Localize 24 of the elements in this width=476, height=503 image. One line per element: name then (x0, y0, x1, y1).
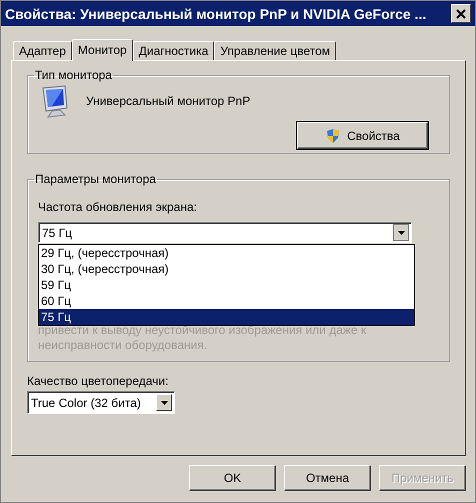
group-title: Тип монитора (34, 68, 113, 82)
dropdown-option[interactable]: 30 Гц, (чересстрочная) (39, 261, 414, 277)
tab[interactable]: Управление цветом (214, 41, 336, 60)
close-icon (456, 8, 466, 18)
refresh-rate-label: Частота обновления экрана: (38, 200, 198, 214)
group-title: Параметры монитора (34, 172, 157, 186)
color-quality-label: Качество цветопередачи: (27, 374, 170, 388)
color-quality-dropdown[interactable]: True Color (32 бита) (27, 391, 175, 414)
properties-button[interactable]: Свойства (297, 122, 428, 149)
warning-text: привести к выводу неустойчивого изображения или даже к неисправности оборудования. (38, 323, 368, 353)
tab[interactable]: Адаптер (13, 41, 72, 60)
dialog-button[interactable]: Отмена (284, 465, 371, 491)
shield-icon (325, 128, 342, 144)
tab[interactable]: Диагностика (132, 41, 214, 60)
dropdown-option[interactable]: 75 Гц (39, 309, 414, 325)
monitor-name: Универсальный монитор PnP (86, 94, 250, 108)
close-button[interactable] (451, 4, 471, 23)
dialog-button[interactable]: OK (189, 465, 276, 491)
refresh-rate-dropdown[interactable]: 75 Гц (38, 222, 412, 243)
dropdown-option[interactable]: 29 Гц, (чересстрочная) (39, 245, 414, 261)
tab[interactable]: Монитор (72, 39, 133, 61)
dropdown-option[interactable]: 59 Гц (39, 277, 414, 293)
dropdown-option[interactable]: 60 Гц (39, 293, 414, 309)
window-title: Свойства: Универсальный монитор PnP и NVIDIA GeForce ... (5, 6, 426, 22)
